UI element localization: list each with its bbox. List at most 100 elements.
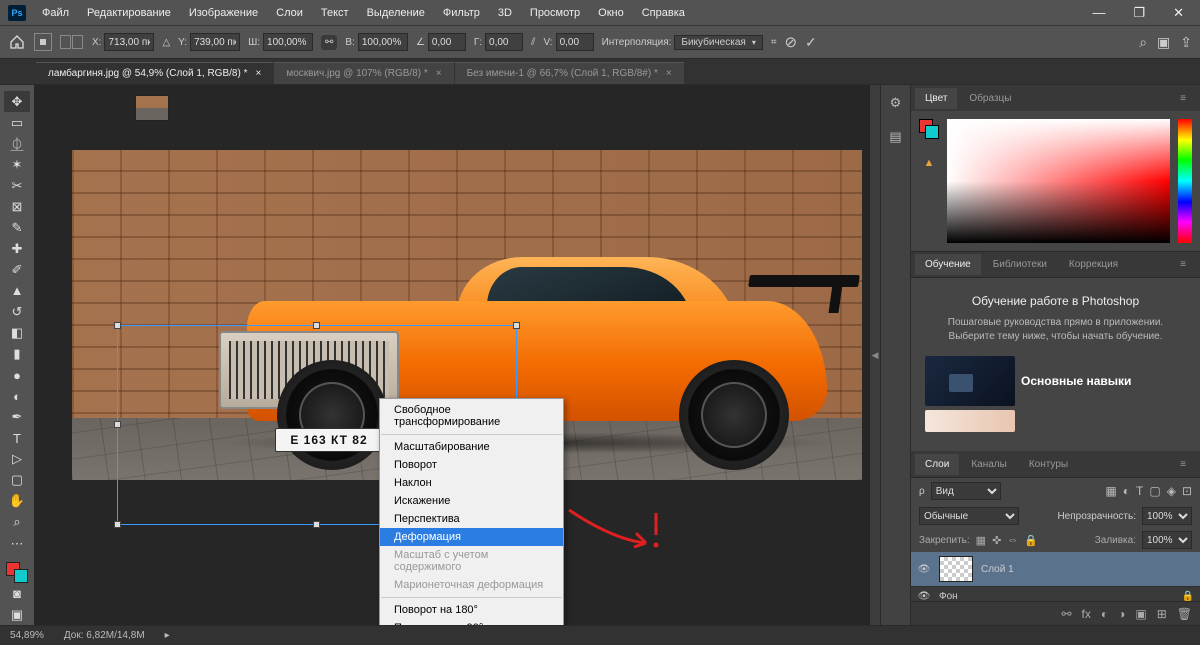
- menu-file[interactable]: Файл: [34, 4, 77, 22]
- transform-handle[interactable]: [513, 322, 520, 329]
- history-brush-tool[interactable]: ↺: [4, 301, 30, 322]
- panel-collapse-icon[interactable]: ◀: [870, 85, 880, 625]
- new-group-icon[interactable]: ▣: [1135, 607, 1146, 621]
- context-menu-item[interactable]: Наклон: [380, 474, 563, 492]
- doc-size[interactable]: Док: 6,82M/14,8M: [64, 630, 145, 641]
- filter-toggle[interactable]: ⊡: [1182, 484, 1192, 498]
- layer-name[interactable]: Слой 1: [981, 564, 1014, 575]
- layer-fx-icon[interactable]: fx: [1082, 607, 1091, 621]
- pen-tool[interactable]: ✒: [4, 407, 30, 428]
- home-icon[interactable]: [8, 33, 26, 51]
- w-input[interactable]: [263, 33, 313, 51]
- transform-handle[interactable]: [313, 521, 320, 528]
- transform-handle[interactable]: [114, 322, 121, 329]
- canvas-area[interactable]: E 163 КТ 82 Свободное трансформированиеМ…: [34, 85, 870, 625]
- gradient-tool[interactable]: ▮: [4, 344, 30, 365]
- frame-tool[interactable]: ⊠: [4, 196, 30, 217]
- commit-icon[interactable]: ✓: [805, 34, 817, 51]
- panel-menu-icon[interactable]: ≡: [1170, 254, 1196, 275]
- warning-icon[interactable]: ▲: [924, 157, 935, 169]
- learn-card-label[interactable]: Основные навыки: [1021, 374, 1131, 388]
- context-menu-item[interactable]: Поворот на 180°: [380, 601, 563, 619]
- layer-thumbnail[interactable]: [939, 556, 973, 582]
- crop-tool[interactable]: ✂: [4, 175, 30, 196]
- tab-color[interactable]: Цвет: [915, 88, 957, 109]
- shape-tool[interactable]: ▢: [4, 470, 30, 491]
- close-icon[interactable]: ×: [666, 68, 672, 79]
- tab-channels[interactable]: Каналы: [961, 454, 1017, 475]
- new-layer-icon[interactable]: ⊞: [1157, 607, 1167, 621]
- transform-handle[interactable]: [114, 521, 121, 528]
- panel-menu-icon[interactable]: ≡: [1170, 88, 1196, 109]
- layer-row[interactable]: 👁 Слой 1: [911, 552, 1200, 587]
- interp-select[interactable]: Бикубическая▾: [674, 35, 762, 50]
- lasso-tool[interactable]: ⏂: [4, 133, 30, 154]
- close-icon[interactable]: ×: [255, 68, 261, 79]
- menu-text[interactable]: Текст: [313, 4, 357, 22]
- close-icon[interactable]: ×: [436, 68, 442, 79]
- delete-layer-icon[interactable]: 🗑: [1177, 607, 1192, 621]
- visibility-icon[interactable]: 👁: [917, 564, 931, 575]
- link-layers-icon[interactable]: ⚯: [1061, 607, 1071, 621]
- dodge-tool[interactable]: ◐: [4, 386, 30, 407]
- panel-menu-icon[interactable]: ≡: [1170, 454, 1196, 475]
- lock-all-icon[interactable]: 🔒: [1024, 534, 1038, 547]
- context-menu-item[interactable]: Деформация: [380, 528, 563, 546]
- context-menu-item[interactable]: Перспектива: [380, 510, 563, 528]
- menu-select[interactable]: Выделение: [359, 4, 433, 22]
- context-menu-item[interactable]: Масштабирование: [380, 438, 563, 456]
- status-chevron-icon[interactable]: ▸: [165, 630, 170, 641]
- stamp-tool[interactable]: ▲: [4, 280, 30, 301]
- fill-input[interactable]: 100%: [1142, 531, 1192, 549]
- screen-mode[interactable]: ▣: [4, 604, 30, 625]
- lock-artboard-icon[interactable]: ⇔: [1007, 534, 1018, 547]
- blur-tool[interactable]: ●: [4, 365, 30, 386]
- visibility-icon[interactable]: 👁: [917, 591, 931, 601]
- tab-paths[interactable]: Контуры: [1019, 454, 1078, 475]
- filter-smart-icon[interactable]: ◈: [1167, 484, 1176, 498]
- window-close-icon[interactable]: ✕: [1165, 2, 1192, 24]
- layer-name[interactable]: Фон: [939, 591, 958, 601]
- filter-pixel-icon[interactable]: ▦: [1105, 484, 1116, 498]
- reference-point-icon[interactable]: [34, 33, 52, 51]
- new-adjustment-icon[interactable]: ◑: [1118, 607, 1125, 621]
- history-icon[interactable]: ▤: [889, 129, 901, 145]
- learn-thumbnail[interactable]: [925, 410, 1015, 432]
- tab-adjustments[interactable]: Коррекция: [1059, 254, 1128, 275]
- x-input[interactable]: [104, 33, 154, 51]
- menu-filter[interactable]: Фильтр: [435, 4, 488, 22]
- share-icon[interactable]: ⇪: [1180, 34, 1192, 51]
- menu-edit[interactable]: Редактирование: [79, 4, 179, 22]
- transform-handle[interactable]: [114, 421, 121, 428]
- menu-image[interactable]: Изображение: [181, 4, 266, 22]
- healing-tool[interactable]: ✚: [4, 238, 30, 259]
- skew-v-input[interactable]: [556, 33, 594, 51]
- move-tool[interactable]: ✥: [4, 91, 30, 112]
- menu-window[interactable]: Окно: [590, 4, 632, 22]
- filter-type-icon[interactable]: T: [1136, 484, 1143, 498]
- fg-bg-swatch[interactable]: [919, 119, 939, 139]
- skew-h-input[interactable]: [485, 33, 523, 51]
- color-swatches[interactable]: [6, 562, 28, 583]
- zoom-level[interactable]: 54,89%: [10, 630, 44, 641]
- filter-type-select[interactable]: Вид: [931, 482, 1001, 500]
- lock-pixels-icon[interactable]: ▦: [976, 534, 986, 547]
- y-input[interactable]: [190, 33, 240, 51]
- search-icon[interactable]: ⌕: [1139, 34, 1147, 51]
- context-menu-item[interactable]: Поворот: [380, 456, 563, 474]
- mask-mode[interactable]: ◙: [4, 583, 30, 604]
- opacity-input[interactable]: 100%: [1142, 507, 1192, 525]
- link-icon[interactable]: ⚯: [321, 35, 337, 50]
- blend-mode-select[interactable]: Обычные: [919, 507, 1019, 525]
- context-menu-item[interactable]: Свободное трансформирование: [380, 401, 563, 431]
- menu-layers[interactable]: Слои: [268, 4, 311, 22]
- angle-input[interactable]: [428, 33, 466, 51]
- workspace-icon[interactable]: ▣: [1157, 34, 1170, 51]
- marquee-tool[interactable]: ▭: [4, 112, 30, 133]
- window-minimize-icon[interactable]: —: [1084, 2, 1113, 24]
- eyedropper-tool[interactable]: ✎: [4, 217, 30, 238]
- tab-libraries[interactable]: Библиотеки: [983, 254, 1057, 275]
- tab-layers[interactable]: Слои: [915, 454, 959, 475]
- more-tools[interactable]: ⋯: [4, 533, 30, 554]
- context-menu-item[interactable]: Искажение: [380, 492, 563, 510]
